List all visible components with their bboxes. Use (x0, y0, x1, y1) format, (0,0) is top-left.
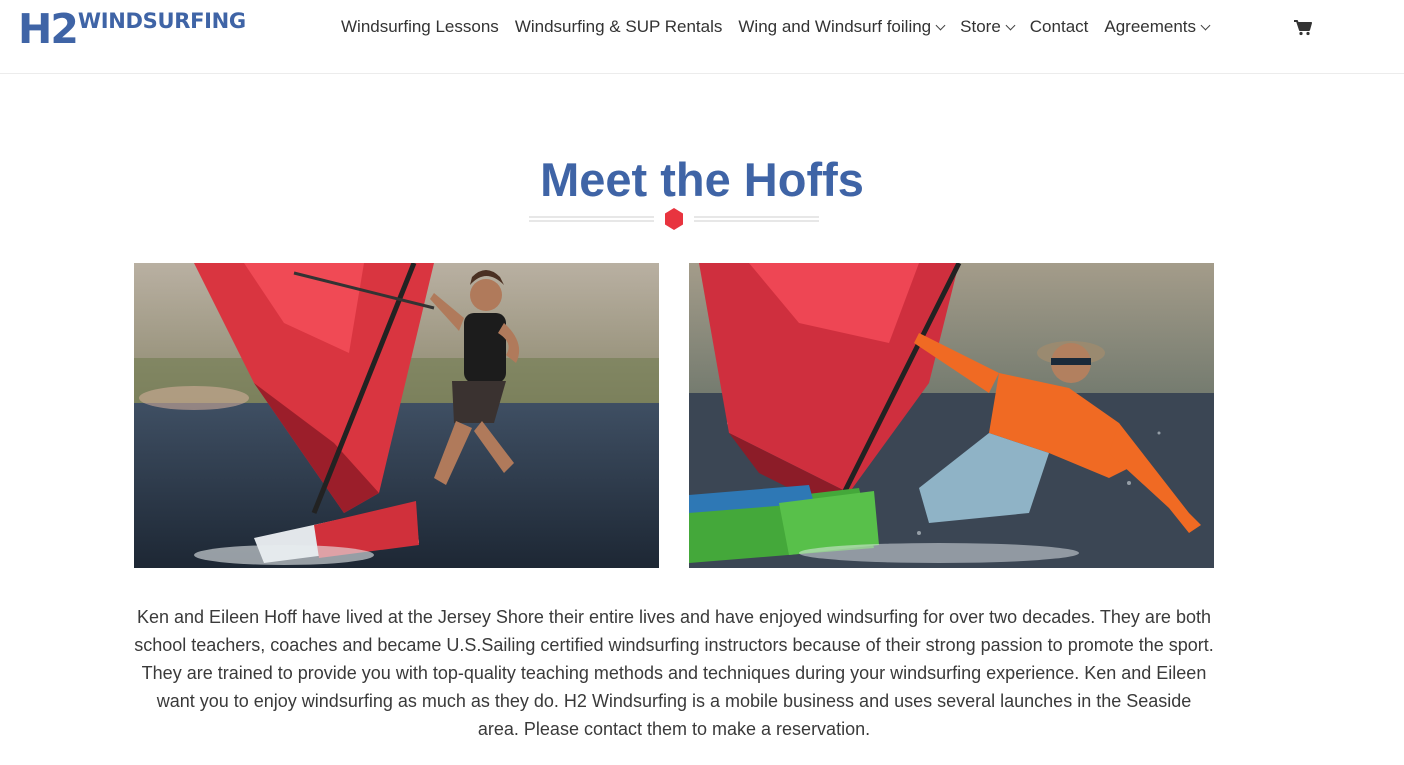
nav-label: Store (960, 17, 1001, 36)
nav-foiling[interactable]: Wing and Windsurf foiling (738, 17, 946, 37)
nav-label: Contact (1029, 17, 1089, 36)
page-title: Meet the Hoffs (540, 153, 864, 206)
chevron-down-icon (1200, 20, 1211, 30)
shopping-cart-icon[interactable] (1294, 20, 1312, 36)
main-nav: Windsurfing Lessons Windsurfing & SUP Re… (341, 17, 1225, 37)
nav-store[interactable]: Store (960, 17, 1016, 37)
chevron-down-icon (935, 20, 946, 30)
nav-label: Windsurfing & SUP Rentals (514, 17, 723, 36)
nav-rentals[interactable]: Windsurfing & SUP Rentals (515, 17, 723, 37)
logo-h2: H2 (18, 5, 79, 53)
site-header: H2 WINDSURFING Windsurfing Lessons Winds… (0, 0, 1404, 74)
logo-wordmark: WINDSURFING (77, 9, 246, 33)
nav-label: Agreements (1104, 17, 1197, 36)
nav-agreements[interactable]: Agreements (1104, 17, 1211, 37)
ken-windsurfing-photo (689, 263, 1214, 568)
hexagon-icon (665, 208, 683, 230)
bio-paragraph: Ken and Eileen Hoff have lived at the Je… (134, 607, 1214, 739)
nav-contact[interactable]: Contact (1030, 17, 1089, 37)
eileen-windsurfing-photo (134, 263, 659, 568)
nav-label: Wing and Windsurf foiling (738, 17, 932, 36)
chevron-down-icon (1005, 20, 1016, 30)
nav-windsurfing-lessons[interactable]: Windsurfing Lessons (341, 17, 499, 37)
site-logo[interactable]: H2 WINDSURFING (18, 8, 246, 50)
title-divider (529, 208, 819, 230)
nav-label: Windsurfing Lessons (341, 17, 499, 36)
